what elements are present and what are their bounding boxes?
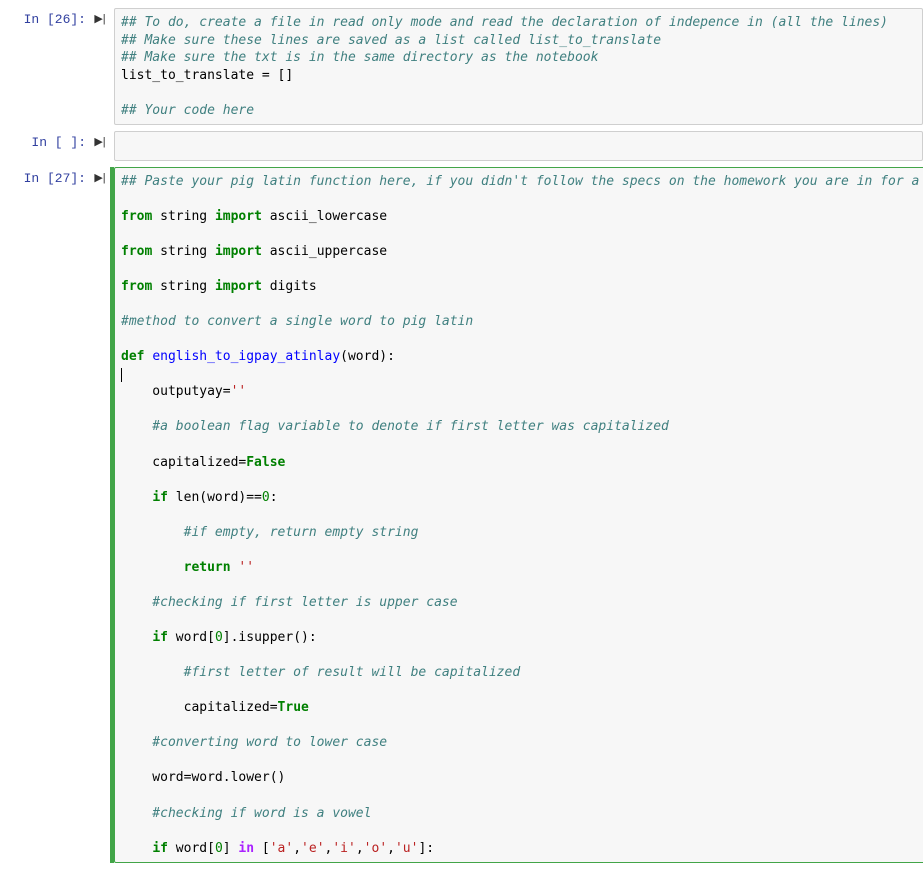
code-cell-empty: In [ ]: ▶| (0, 129, 923, 163)
code-input[interactable] (114, 131, 923, 161)
cell-prompt: In [ ]: (0, 131, 90, 161)
code-input[interactable]: ## To do, create a file in read only mod… (114, 8, 923, 125)
run-icon[interactable]: ▶| (90, 131, 110, 161)
notebook-container: In [26]: ▶| ## To do, create a file in r… (0, 0, 923, 871)
code-cell-26: In [26]: ▶| ## To do, create a file in r… (0, 6, 923, 127)
run-icon[interactable]: ▶| (90, 8, 110, 125)
code-input[interactable]: ## Paste your pig latin function here, i… (114, 167, 923, 863)
run-icon[interactable]: ▶| (90, 167, 110, 863)
cell-prompt: In [26]: (0, 8, 90, 125)
cell-prompt: In [27]: (0, 167, 90, 863)
code-cell-27: In [27]: ▶| ## Paste your pig latin func… (0, 165, 923, 865)
